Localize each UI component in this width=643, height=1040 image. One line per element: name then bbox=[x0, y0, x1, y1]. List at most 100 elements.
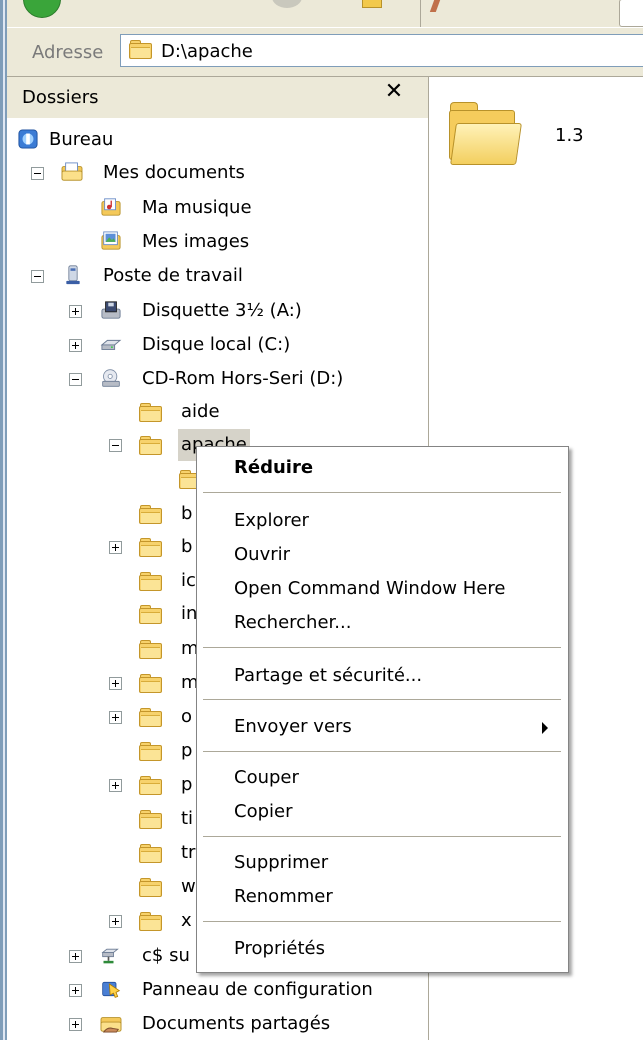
tree-item-disque-local[interactable]: Disque local (C:) bbox=[7, 329, 427, 361]
collapse-icon[interactable] bbox=[31, 167, 44, 180]
tree-item-label: in bbox=[181, 603, 198, 624]
folder-icon bbox=[139, 674, 162, 693]
submenu-arrow-icon bbox=[542, 722, 548, 734]
tree-item-label: tr bbox=[181, 842, 196, 863]
menu-item-partage-securite[interactable]: Partage et sécurité... bbox=[234, 665, 422, 686]
tree-item-panneau[interactable]: Panneau de configuration bbox=[7, 974, 427, 1006]
tree-item-poste-de-travail[interactable]: Poste de travail bbox=[7, 260, 427, 292]
back-button-icon[interactable] bbox=[23, 0, 61, 18]
folder-icon bbox=[139, 403, 162, 422]
documents-folder-icon bbox=[61, 162, 83, 181]
expand-icon[interactable] bbox=[69, 950, 82, 963]
collapse-icon[interactable] bbox=[31, 270, 44, 283]
folder-icon bbox=[139, 572, 162, 591]
folder-icon bbox=[139, 776, 162, 795]
tree-item-label: p bbox=[181, 774, 193, 795]
computer-icon bbox=[66, 265, 80, 285]
toolbar-separator bbox=[420, 0, 421, 27]
tree-item-bureau[interactable]: Bureau bbox=[7, 124, 427, 156]
window-left-border bbox=[0, 0, 7, 1040]
tree-item-disquette[interactable]: Disquette 3½ (A:) bbox=[7, 295, 427, 327]
expand-icon[interactable] bbox=[69, 305, 82, 318]
tree-item-aide[interactable]: aide bbox=[7, 396, 427, 428]
folder-item-label[interactable]: 1.3 bbox=[555, 125, 584, 146]
tree-item-label: c$ su bbox=[142, 945, 190, 966]
folder-icon bbox=[139, 844, 162, 863]
tree-item-label: Disquette 3½ (A:) bbox=[142, 300, 302, 321]
folder-icon bbox=[139, 708, 162, 727]
menu-item-open-command-window[interactable]: Open Command Window Here bbox=[234, 578, 505, 599]
cd-drive-icon bbox=[102, 369, 120, 387]
tree-item-label: Documents partagés bbox=[142, 1013, 331, 1034]
tree-item-label: b bbox=[181, 536, 193, 557]
expand-icon[interactable] bbox=[109, 779, 122, 792]
network-drive-icon bbox=[101, 948, 119, 964]
folder-icon bbox=[129, 40, 152, 59]
collapse-icon[interactable] bbox=[69, 373, 82, 386]
tree-item-label: Disque local (C:) bbox=[142, 334, 291, 355]
folder-icon[interactable] bbox=[447, 97, 522, 169]
expand-icon[interactable] bbox=[109, 677, 122, 690]
folder-icon bbox=[139, 505, 162, 524]
tree-item-mes-images[interactable]: Mes images bbox=[7, 226, 427, 258]
menu-item-supprimer[interactable]: Supprimer bbox=[234, 852, 328, 873]
menu-item-explorer[interactable]: Explorer bbox=[234, 510, 309, 531]
context-menu: Réduire Explorer Ouvrir Open Command Win… bbox=[196, 446, 569, 973]
close-icon[interactable]: ✕ bbox=[383, 81, 405, 103]
floppy-drive-icon bbox=[101, 301, 121, 319]
folder-icon bbox=[139, 640, 162, 659]
menu-separator bbox=[203, 492, 561, 493]
tree-item-label: x bbox=[181, 910, 192, 931]
folder-icon bbox=[139, 878, 162, 897]
hard-drive-icon bbox=[100, 339, 122, 350]
address-value: D:\apache bbox=[161, 41, 253, 62]
menu-item-renommer[interactable]: Renommer bbox=[234, 886, 333, 907]
open-folder-icon bbox=[139, 436, 162, 455]
menu-separator bbox=[203, 836, 561, 837]
address-bar: Adresse D:\apache bbox=[7, 27, 643, 77]
menu-item-envoyer-vers[interactable]: Envoyer vers bbox=[234, 716, 352, 737]
tree-item-label: Bureau bbox=[49, 129, 114, 150]
edit-icon[interactable] bbox=[429, 0, 441, 12]
tree-item-label: Mes images bbox=[142, 231, 250, 252]
menu-item-couper[interactable]: Couper bbox=[234, 767, 299, 788]
tree-item-label: Mes documents bbox=[103, 162, 245, 183]
menu-item-rechercher[interactable]: Rechercher... bbox=[234, 612, 351, 633]
menu-separator bbox=[203, 921, 561, 922]
tree-item-cd-rom[interactable]: CD-Rom Hors-Seri (D:) bbox=[7, 363, 427, 395]
tree-item-label: w bbox=[181, 876, 196, 897]
expand-icon[interactable] bbox=[109, 711, 122, 724]
folder-icon bbox=[139, 538, 162, 557]
folders-pane-title: Dossiers bbox=[22, 87, 99, 108]
tree-item-ma-musique[interactable]: Ma musique bbox=[7, 192, 427, 224]
tree-item-label: p bbox=[181, 740, 193, 761]
address-input[interactable]: D:\apache bbox=[120, 34, 643, 67]
menu-item-proprietes[interactable]: Propriétés bbox=[234, 938, 325, 959]
toolbar-button[interactable] bbox=[619, 0, 643, 27]
tree-item-label: CD-Rom Hors-Seri (D:) bbox=[142, 368, 344, 389]
tree-item-label: b bbox=[181, 503, 193, 524]
menu-item-reduire[interactable]: Réduire bbox=[234, 457, 313, 478]
menu-separator bbox=[203, 647, 561, 648]
expand-icon[interactable] bbox=[69, 339, 82, 352]
tree-item-label: ti bbox=[181, 808, 194, 829]
tree-item-label: Ma musique bbox=[142, 197, 252, 218]
folder-icon bbox=[139, 742, 162, 761]
address-label: Adresse bbox=[32, 42, 104, 63]
tree-item-label: Panneau de configuration bbox=[142, 979, 373, 1000]
menu-item-ouvrir[interactable]: Ouvrir bbox=[234, 544, 290, 565]
folder-icon bbox=[139, 912, 162, 931]
shared-folder-icon bbox=[100, 1017, 122, 1033]
tree-item-documents-partages[interactable]: Documents partagés bbox=[7, 1008, 427, 1040]
tree-item-mes-documents[interactable]: Mes documents bbox=[7, 157, 427, 189]
tree-item-label: o bbox=[181, 706, 193, 727]
expand-icon[interactable] bbox=[109, 915, 122, 928]
forward-button-icon[interactable] bbox=[272, 0, 302, 8]
folder-icon bbox=[139, 605, 162, 624]
expand-icon[interactable] bbox=[69, 984, 82, 997]
expand-icon[interactable] bbox=[109, 541, 122, 554]
folders-toggle-icon[interactable] bbox=[362, 0, 382, 8]
collapse-icon[interactable] bbox=[109, 439, 122, 452]
expand-icon[interactable] bbox=[69, 1018, 82, 1031]
menu-item-copier[interactable]: Copier bbox=[234, 801, 292, 822]
